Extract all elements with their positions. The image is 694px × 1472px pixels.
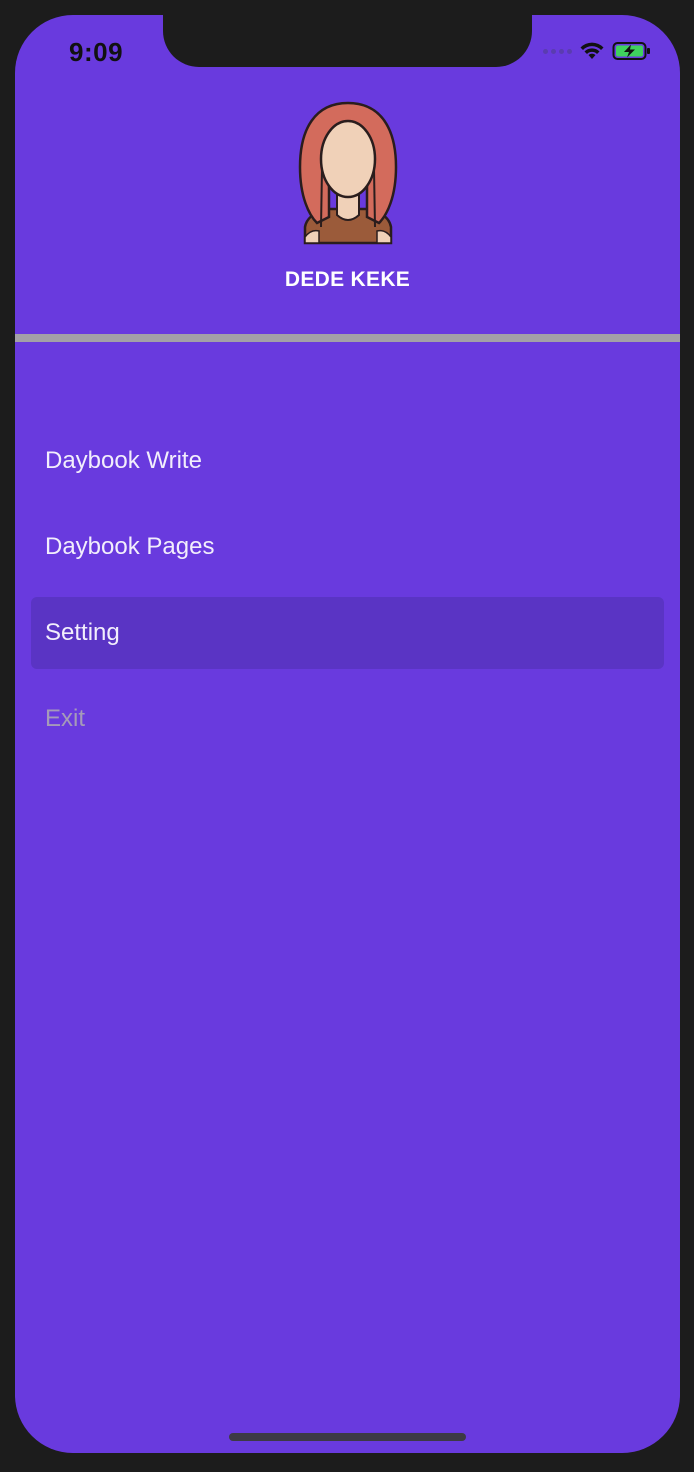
home-indicator[interactable]: [229, 1433, 466, 1441]
woman-avatar-icon: [298, 101, 398, 245]
status-icons: [543, 41, 652, 61]
drawer-screen: 9:09 DEDE KEKE Daybook Write Daybook Pag…: [15, 15, 680, 1453]
menu-item-daybook-pages[interactable]: Daybook Pages: [31, 511, 664, 583]
menu-item-setting[interactable]: Setting: [31, 597, 664, 669]
battery-charging-icon: [612, 42, 650, 60]
user-name: DEDE KEKE: [284, 268, 411, 291]
status-time: 9:09: [69, 37, 124, 67]
drawer-menu: Daybook Write Daybook Pages Setting Exit: [31, 425, 664, 769]
signal-icon: [543, 48, 572, 54]
header-divider: [15, 334, 680, 342]
device-notch: [163, 15, 532, 67]
menu-item-daybook-write[interactable]: Daybook Write: [31, 425, 664, 497]
wifi-icon: [580, 42, 604, 59]
menu-item-exit[interactable]: Exit: [31, 683, 664, 755]
phone-device: 9:09 DEDE KEKE Daybook Write Daybook Pag…: [0, 0, 694, 1472]
